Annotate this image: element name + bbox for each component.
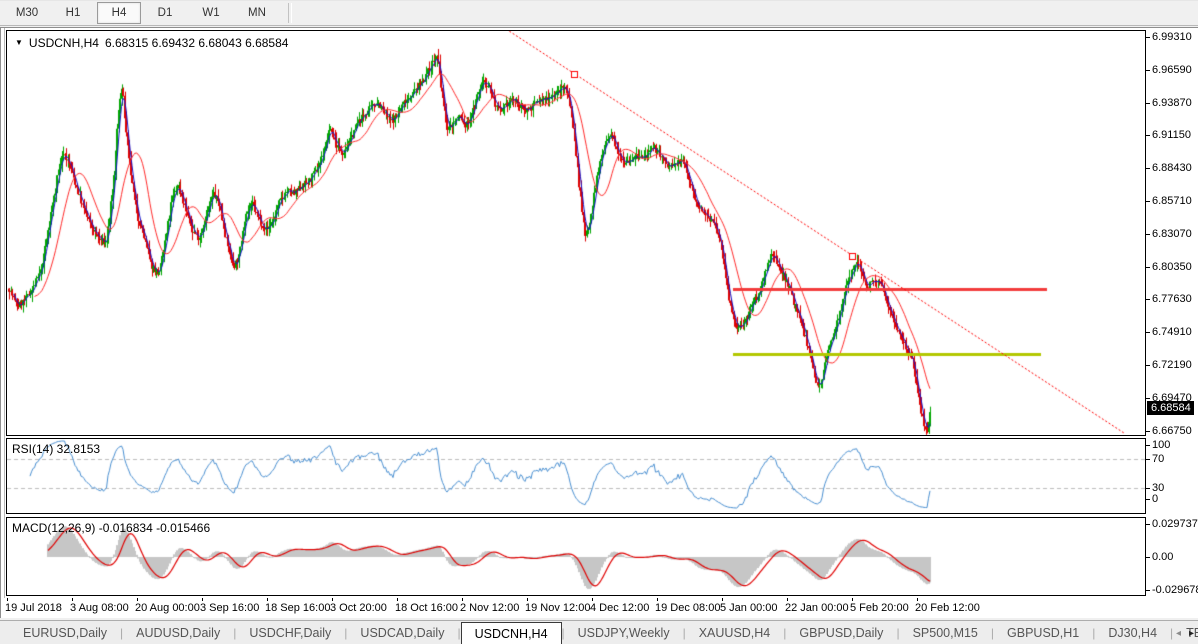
- current-price-badge: 6.68584: [1147, 401, 1194, 415]
- macd-axis-label: 0.029737: [1152, 518, 1198, 530]
- price-axis: 6.99310 6.96590 6.93870 6.91150 6.88430 6.857…: [1146, 28, 1198, 598]
- timeframe-button-m30[interactable]: M30: [5, 2, 49, 24]
- time-axis-label: 3 Aug 08:00: [70, 602, 129, 614]
- rsi-label: RSI(14) 32.8153: [12, 442, 100, 456]
- main-chart-panel[interactable]: ▼ USDCNH,H4 6.68315 6.69432 6.68043 6.68…: [6, 30, 1146, 436]
- time-axis-label: 5 Jan 00:00: [720, 602, 778, 614]
- chart-tab-usdjpy[interactable]: USDJPY,Weekly: [565, 621, 683, 644]
- timeframe-toolbar: M30H1H4D1W1MN: [0, 0, 1198, 26]
- time-axis-tick: [397, 598, 398, 601]
- timeframe-button-d1[interactable]: D1: [143, 2, 187, 24]
- chart-tab-eurusd[interactable]: EURUSD,Daily: [10, 621, 120, 644]
- chart-symbol-label: USDCNH,H4: [29, 36, 99, 50]
- time-axis-tick: [7, 598, 8, 601]
- timeframe-button-h4[interactable]: H4: [97, 2, 141, 24]
- rsi-axis-label: 100: [1152, 439, 1170, 451]
- candlestick-chart-canvas[interactable]: [7, 31, 1145, 435]
- price-axis-label: 6.99310: [1152, 31, 1192, 43]
- timeframe-button-w1[interactable]: W1: [189, 2, 233, 24]
- macd-panel[interactable]: MACD(12,26,9) -0.016834 -0.015466: [6, 517, 1146, 596]
- rsi-panel[interactable]: RSI(14) 32.8153: [6, 438, 1146, 514]
- macd-axis-label: -0.029678: [1152, 584, 1198, 596]
- time-axis-label: 5 Feb 20:00: [850, 602, 909, 614]
- time-axis-label: 20 Aug 00:00: [135, 602, 200, 614]
- time-axis-tick: [462, 598, 463, 601]
- time-axis-label: 4 Dec 12:00: [590, 602, 649, 614]
- price-axis-label: 6.83070: [1152, 228, 1192, 240]
- chart-tab-audusd[interactable]: AUDUSD,Daily: [123, 621, 233, 644]
- chart-tab-xauusd[interactable]: XAUUSD,H4: [686, 621, 784, 644]
- window-left-groove: [4, 28, 5, 617]
- time-axis-tick: [657, 598, 658, 601]
- price-axis-label: 6.96590: [1152, 64, 1192, 76]
- price-axis-label: 6.80350: [1152, 261, 1192, 273]
- chart-tab-gbpusd[interactable]: GBPUSD,Daily: [786, 621, 896, 644]
- tab-scroll-arrows: ◂▸: [1176, 621, 1194, 644]
- time-axis-label: 19 Dec 08:00: [655, 602, 720, 614]
- macd-label: MACD(12,26,9) -0.016834 -0.015466: [12, 521, 210, 535]
- rsi-canvas[interactable]: [7, 439, 1145, 513]
- time-axis-tick: [787, 598, 788, 601]
- chart-tab-sp500[interactable]: SP500,M15: [900, 621, 991, 644]
- time-axis-tick: [202, 598, 203, 601]
- time-axis-tick: [137, 598, 138, 601]
- time-axis-tick: [332, 598, 333, 601]
- price-axis-label: 6.91150: [1152, 129, 1191, 141]
- time-axis-label: 18 Oct 16:00: [395, 602, 458, 614]
- chart-tab-usdcnh[interactable]: USDCNH,H4: [461, 622, 562, 644]
- chart-title: ▼ USDCNH,H4 6.68315 6.69432 6.68043 6.68…: [15, 36, 288, 50]
- chart-tabs-bar: EURUSD,Daily|AUDUSD,Daily|USDCHF,Daily|U…: [0, 620, 1198, 644]
- rsi-axis-label: 70: [1152, 453, 1164, 465]
- chart-tab-dj30[interactable]: DJ30,H4: [1095, 621, 1170, 644]
- chart-tab-usdcad[interactable]: USDCAD,Daily: [347, 621, 457, 644]
- price-axis-label: 6.74910: [1152, 326, 1192, 338]
- tab-scroll-left-icon[interactable]: ◂: [1176, 628, 1181, 639]
- tab-scroll-right-icon[interactable]: ▸: [1189, 628, 1194, 639]
- macd-axis-label: 0.00: [1152, 551, 1173, 563]
- chart-tab-usdchf[interactable]: USDCHF,Daily: [236, 621, 344, 644]
- time-axis-tick: [527, 598, 528, 601]
- rsi-axis-label: 0: [1152, 493, 1158, 505]
- price-axis-label: 6.72190: [1152, 359, 1192, 371]
- timeframe-button-h1[interactable]: H1: [51, 2, 95, 24]
- time-axis-tick: [852, 598, 853, 601]
- chart-ohlc-values: 6.68315 6.69432 6.68043 6.68584: [105, 36, 289, 50]
- time-axis-label: 19 Jul 2018: [5, 602, 62, 614]
- chart-window: ▼ USDCNH,H4 6.68315 6.69432 6.68043 6.68…: [0, 27, 1198, 618]
- time-axis-tick: [917, 598, 918, 601]
- time-axis-label: 19 Nov 12:00: [525, 602, 590, 614]
- time-axis-label: 22 Jan 00:00: [785, 602, 849, 614]
- time-axis-label: 3 Sep 16:00: [200, 602, 259, 614]
- toolbar-separator: [288, 3, 292, 23]
- timeframe-button-mn[interactable]: MN: [235, 2, 279, 24]
- chart-tab-gbpusd[interactable]: GBPUSD,H1: [994, 621, 1092, 644]
- time-axis-label: 3 Oct 20:00: [330, 602, 387, 614]
- price-axis-label: 6.93870: [1152, 97, 1192, 109]
- time-axis-tick: [267, 598, 268, 601]
- price-axis-label: 6.88430: [1152, 162, 1192, 174]
- time-axis-tick: [592, 598, 593, 601]
- time-axis-label: 18 Sep 16:00: [265, 602, 330, 614]
- price-axis-label: 6.85710: [1152, 195, 1192, 207]
- time-axis-tick: [72, 598, 73, 601]
- mt4-window: M30H1H4D1W1MN ▼ USDCNH,H4 6.68315 6.6943…: [0, 0, 1198, 644]
- time-axis-label: 2 Nov 12:00: [460, 602, 519, 614]
- time-axis: 19 Jul 2018 3 Aug 08:00 20 Aug 00:003 Sep …: [1, 598, 1198, 618]
- price-axis-label: 6.77630: [1152, 293, 1192, 305]
- time-axis-tick: [722, 598, 723, 601]
- chevron-down-icon[interactable]: ▼: [15, 38, 23, 48]
- price-axis-label: 6.66750: [1152, 425, 1192, 437]
- time-axis-label: 20 Feb 12:00: [915, 602, 980, 614]
